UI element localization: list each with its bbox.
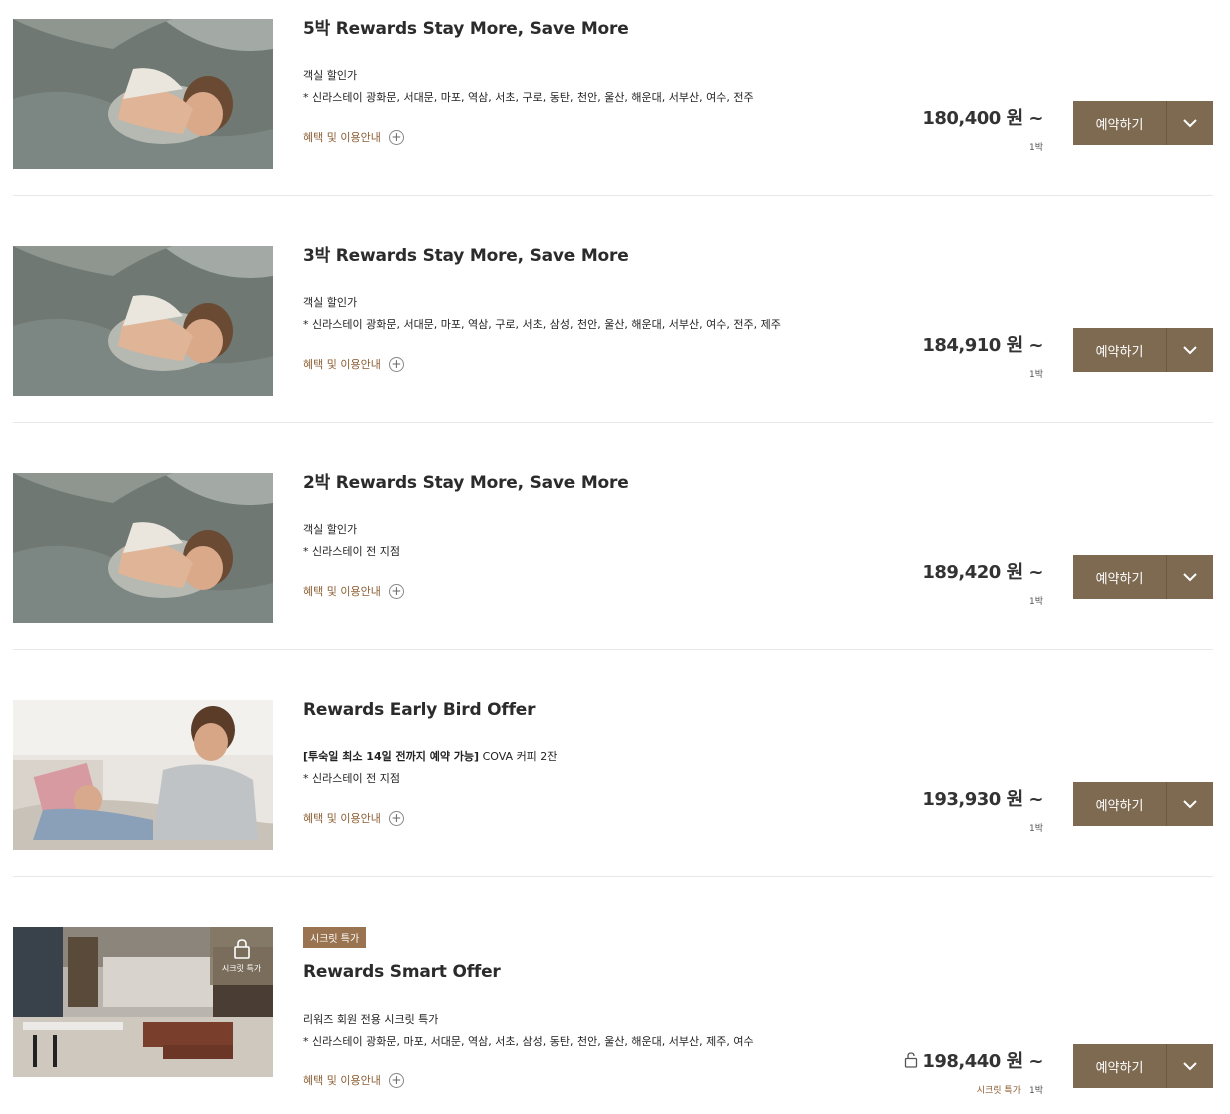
offer-subtitle: 리워즈 회원 전용 시크릿 특가 [303,1013,439,1026]
offer-subtitle-rest: COVA 커피 2잔 [479,750,558,763]
book-button-label[interactable]: 예약하기 [1073,555,1167,599]
offer-subtitle: 객실 할인가 [303,523,358,536]
nights-label: 1박 [1028,597,1043,607]
benefit-info-link[interactable]: 혜택 및 이용안내 + [303,583,404,599]
secret-overlay-label: 시크릿 특가 [221,963,262,973]
secret-deal-overlay: 시크릿 특가 [210,927,273,985]
lock-icon [233,938,250,959]
chevron-down-icon[interactable] [1167,782,1213,826]
benefit-info-link[interactable]: 혜택 및 이용안내 + [303,356,404,372]
offer-locations: * 신라스테이 광화문, 서대문, 마포, 역삼, 구로, 서초, 삼성, 천안… [303,318,781,331]
book-button[interactable]: 예약하기 [1073,782,1213,826]
nights-label: 1박 [1028,370,1043,380]
price-block: 180,400 원 ~ 1박 [922,104,1043,153]
benefit-info-label: 혜택 및 이용안내 [303,812,381,825]
chevron-down-icon[interactable] [1167,1044,1213,1088]
offer-image[interactable] [13,700,273,850]
offer-locations: * 신라스테이 광화문, 서대문, 마포, 역삼, 서초, 구로, 동탄, 천안… [303,91,754,104]
book-button-label[interactable]: 예약하기 [1073,101,1167,145]
book-button[interactable]: 예약하기 [1073,1044,1213,1088]
price-block: 198,440 원 ~ 시크릿 특가 1박 [904,1047,1043,1096]
chevron-down-icon[interactable] [1167,101,1213,145]
offer-locations: * 신라스테이 전 지점 [303,772,400,785]
benefit-info-label: 혜택 및 이용안내 [303,358,381,371]
offer-title: 2박 Rewards Stay More, Save More [303,473,629,493]
price-amount: 184,910 원 ~ [922,335,1043,356]
plus-icon: + [388,1072,404,1088]
secret-deal-badge: 시크릿 특가 [303,927,367,948]
benefit-info-label: 혜택 및 이용안내 [303,585,381,598]
benefit-info-label: 혜택 및 이용안내 [303,131,381,144]
offer-subtitle: 객실 할인가 [303,296,358,309]
offer-title: Rewards Smart Offer [303,962,501,982]
offer-image[interactable]: 시크릿 특가 [13,927,273,1077]
book-button-label[interactable]: 예약하기 [1073,328,1167,372]
plus-icon: + [388,583,404,599]
offer-locations: * 신라스테이 광화문, 마포, 서대문, 역삼, 서초, 삼성, 동탄, 천안… [303,1035,754,1048]
offer-subtitle: [투숙일 최소 14일 전까지 예약 가능] COVA 커피 2잔 [303,748,557,764]
price-amount: 193,930 원 ~ [922,789,1043,810]
secret-price-label: 시크릿 특가 [976,1086,1021,1096]
offer-card: 5박 Rewards Stay More, Save More 객실 할인가 *… [13,19,1213,196]
benefit-info-link[interactable]: 혜택 및 이용안내 + [303,129,404,145]
nights-value: 1박 [1028,1086,1043,1096]
offer-info: 5박 Rewards Stay More, Save More 객실 할인가 *… [303,19,903,145]
offer-card: 시크릿 특가 시크릿 특가 Rewards Smart Offer 리워즈 회원… [13,927,1213,1107]
book-button-label[interactable]: 예약하기 [1073,782,1167,826]
offer-title: Rewards Early Bird Offer [303,700,536,720]
price-block: 184,910 원 ~ 1박 [922,331,1043,380]
chevron-down-icon[interactable] [1167,555,1213,599]
offer-info: 3박 Rewards Stay More, Save More 객실 할인가 *… [303,246,903,372]
price-amount: 189,420 원 ~ [922,562,1043,583]
benefit-info-link[interactable]: 혜택 및 이용안내 + [303,1072,404,1088]
price-value: 198,440 원 ~ [922,1051,1043,1072]
offer-locations: * 신라스테이 전 지점 [303,545,400,558]
offer-image[interactable] [13,473,273,623]
plus-icon: + [388,356,404,372]
price-block: 189,420 원 ~ 1박 [922,558,1043,607]
offer-info: 2박 Rewards Stay More, Save More 객실 할인가 *… [303,473,903,599]
price-block: 193,930 원 ~ 1박 [922,785,1043,834]
plus-icon: + [388,129,404,145]
book-button-label[interactable]: 예약하기 [1073,1044,1167,1088]
book-button[interactable]: 예약하기 [1073,555,1213,599]
nights-label: 1박 [1028,824,1043,834]
offer-subtitle: 객실 할인가 [303,69,358,82]
offer-image[interactable] [13,246,273,396]
offer-card: 3박 Rewards Stay More, Save More 객실 할인가 *… [13,246,1213,423]
offer-subtitle-bold: [투숙일 최소 14일 전까지 예약 가능] [303,750,480,763]
book-button[interactable]: 예약하기 [1073,328,1213,372]
offer-image[interactable] [13,19,273,169]
benefit-info-link[interactable]: 혜택 및 이용안내 + [303,810,404,826]
lock-icon [905,1052,918,1068]
book-button[interactable]: 예약하기 [1073,101,1213,145]
price-amount: 198,440 원 ~ [904,1047,1043,1073]
offer-card: 2박 Rewards Stay More, Save More 객실 할인가 *… [13,473,1213,650]
offer-card: Rewards Early Bird Offer [투숙일 최소 14일 전까지… [13,700,1213,877]
offer-title: 5박 Rewards Stay More, Save More [303,19,629,39]
benefit-info-label: 혜택 및 이용안내 [303,1074,381,1087]
offer-info: Rewards Early Bird Offer [투숙일 최소 14일 전까지… [303,700,903,826]
chevron-down-icon[interactable] [1167,328,1213,372]
price-amount: 180,400 원 ~ [922,108,1043,129]
offer-title: 3박 Rewards Stay More, Save More [303,246,629,266]
nights-label: 1박 [1028,143,1043,153]
nights-label: 시크릿 특가 1박 [904,1083,1043,1096]
plus-icon: + [388,810,404,826]
